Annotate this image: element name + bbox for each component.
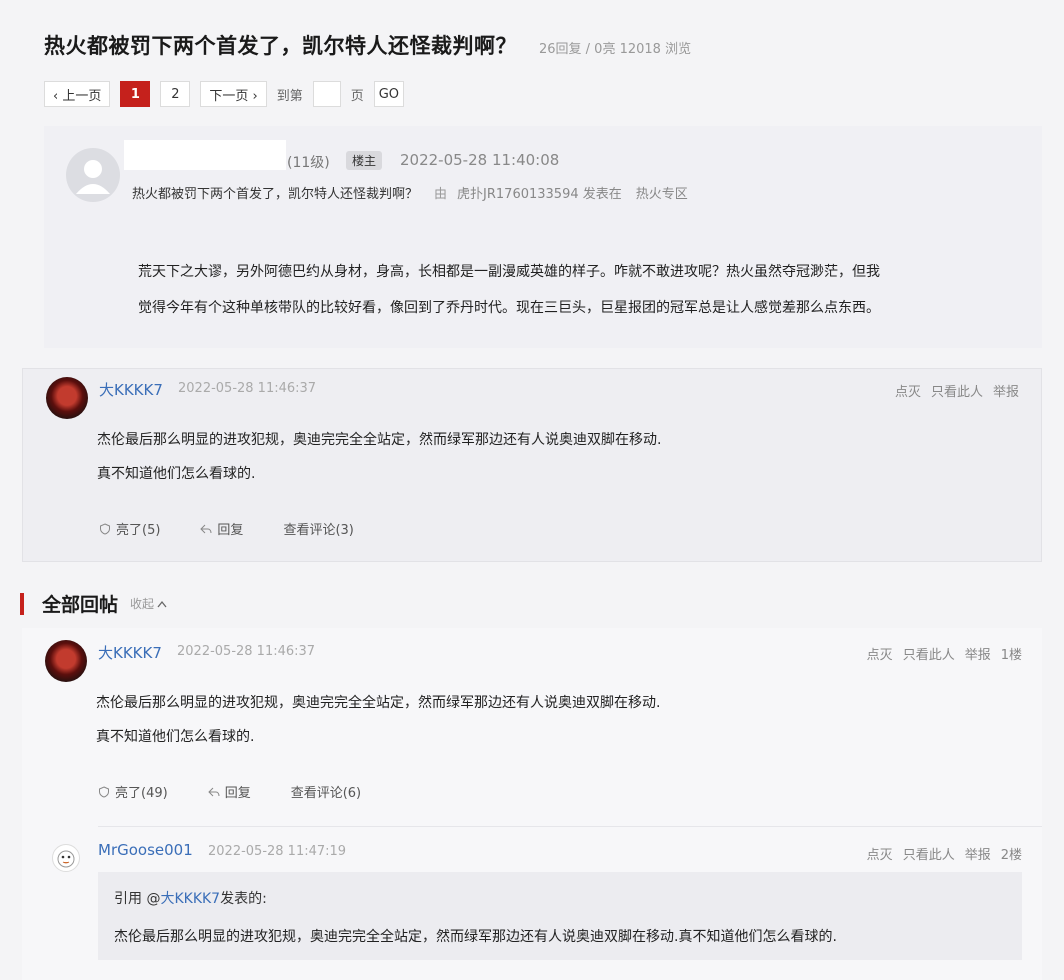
default-avatar-icon (76, 160, 110, 194)
section-title: 全部回帖 (42, 594, 119, 616)
post-timestamp: 2022-05-28 11:46:37 (177, 644, 316, 659)
quote-block: 引用 @大KKKK7发表的: 杰伦最后那么明显的进攻犯规，奥迪完完全全站定，然而… (98, 872, 1022, 960)
light-count: 亮了(49) (115, 786, 168, 801)
goto-label: 到第 (276, 88, 303, 104)
light-button[interactable]: 亮了(49) (98, 782, 168, 801)
post-actions: 点灭 只看此人 举报 1楼 (867, 644, 1022, 663)
reply-arrow-icon (207, 787, 220, 796)
op-subtitle-row: 热火都被罚下两个首发了，凯尔特人还怪裁判啊？ 由 虎扑JR1760133594 … (132, 183, 688, 202)
reply-actions: 点灭 只看此人 举报 (895, 381, 1019, 400)
user-avatar[interactable] (45, 640, 87, 682)
post-body: 杰伦最后那么明显的进攻犯规，奥迪完完全全站定，然而绿军那边还有人说奥迪双脚在移动… (96, 686, 660, 754)
light-count: 亮了(5) (116, 523, 161, 538)
view-comments-button[interactable]: 查看评论(3) (283, 519, 353, 538)
original-post: (11级) 楼主 2022-05-28 11:40:08 热火都被罚下两个首发了… (44, 126, 1042, 348)
quote-header: 引用 @大KKKK7发表的: (114, 888, 267, 908)
view-comments-button[interactable]: 查看评论(6) (291, 782, 361, 801)
reply-line: 杰伦最后那么明显的进攻犯规，奥迪完完全全站定，然而绿军那边还有人说奥迪双脚在移动… (97, 432, 662, 448)
reply-label: 回复 (217, 523, 244, 538)
op-body-line: 荒天下之大谬，另外阿德巴约从身材，身高，长相都是一副漫威英雄的样子。咋就不敢进攻… (138, 264, 880, 280)
only-this-user-link[interactable]: 只看此人 (931, 381, 983, 400)
prev-page-button[interactable]: ‹ 上一页 (44, 81, 111, 107)
op-body-line: 觉得今年有个这种单核带队的比较好看，像回到了乔丹时代。现在三巨头，巨星报团的冠军… (138, 300, 880, 316)
page-2-button[interactable]: 2 (160, 81, 191, 107)
post-actions: 点灭 只看此人 举报 2楼 (867, 844, 1022, 863)
report-link[interactable]: 举报 (965, 844, 991, 863)
post-line: 真不知道他们怎么看球的. (96, 729, 255, 745)
goose-avatar-icon (57, 850, 75, 868)
collapse-button[interactable]: 收起 (130, 595, 167, 612)
floor-number: 1楼 (1000, 648, 1022, 663)
reply-arrow-icon (200, 524, 212, 533)
post-username[interactable]: MrGoose001 (98, 841, 193, 859)
report-link[interactable]: 举报 (993, 381, 1019, 400)
reply-username[interactable]: 大KKKK7 (99, 379, 163, 400)
op-username-redacted (124, 140, 286, 170)
go-button[interactable]: GO (373, 81, 405, 107)
shield-icon (99, 785, 109, 798)
dislike-link[interactable]: 点灭 (895, 381, 921, 400)
op-timestamp: 2022-05-28 11:40:08 (400, 151, 560, 169)
next-page-button[interactable]: 下一页 › (200, 81, 267, 107)
op-zone-link[interactable]: 热火专区 (636, 183, 688, 202)
collapse-label: 收起 (130, 597, 155, 611)
op-body: 荒天下之大谬，另外阿德巴约从身材，身高，长相都是一副漫威英雄的样子。咋就不敢进攻… (138, 254, 998, 326)
quote-text: 杰伦最后那么明显的进攻犯规，奥迪完完全全站定，然而绿军那边还有人说奥迪双脚在移动… (114, 929, 837, 945)
thread-header: 热火都被罚下两个首发了，凯尔特人还怪裁判啊？ 26回复 / 0亮 12018 浏… (44, 30, 691, 60)
thread-page: 热火都被罚下两个首发了，凯尔特人还怪裁判啊？ 26回复 / 0亮 12018 浏… (0, 0, 1064, 980)
quote-suffix: 发表的: (220, 891, 267, 907)
reply-line: 真不知道他们怎么看球的. (97, 466, 256, 482)
report-link[interactable]: 举报 (965, 644, 991, 663)
floor-number: 2楼 (1000, 848, 1022, 863)
light-button[interactable]: 亮了(5) (99, 519, 160, 538)
post-timestamp: 2022-05-28 11:47:19 (208, 844, 347, 859)
dislike-link[interactable]: 点灭 (867, 644, 893, 663)
all-replies-header: 全部回帖 收起 (20, 590, 167, 617)
post-username[interactable]: 大KKKK7 (98, 642, 162, 663)
goto-page-input[interactable] (312, 81, 341, 107)
quote-prefix: 引用 @ (114, 891, 161, 907)
page-1-button[interactable]: 1 (120, 81, 151, 107)
post-line: 杰伦最后那么明显的进攻犯规，奥迪完完全全站定，然而绿军那边还有人说奥迪双脚在移动… (96, 695, 661, 711)
only-this-user-link[interactable]: 只看此人 (903, 844, 955, 863)
op-level: (11级) (287, 155, 330, 171)
reply-body: 杰伦最后那么明显的进攻犯规，奥迪完完全全站定，然而绿军那边还有人说奥迪双脚在移动… (97, 423, 661, 491)
reply-label: 回复 (224, 786, 251, 801)
pagination: ‹ 上一页 1 2 下一页 › 到第 页 GO (44, 81, 405, 107)
reply-reactions: 亮了(5) 回复 查看评论(3) (99, 519, 354, 538)
reply-button[interactable]: 回复 (200, 519, 243, 538)
thread-title: 热火都被罚下两个首发了，凯尔特人还怪裁判啊？ (44, 34, 517, 58)
post-divider (98, 826, 1042, 827)
op-author[interactable]: 虎扑JR1760133594 发表在 (457, 183, 622, 202)
reply-timestamp: 2022-05-28 11:46:37 (178, 381, 317, 396)
only-this-user-link[interactable]: 只看此人 (903, 644, 955, 663)
highlight-reply: 大KKKK7 2022-05-28 11:46:37 点灭 只看此人 举报 杰伦… (22, 368, 1042, 562)
op-from-label: 由 (434, 187, 448, 202)
user-avatar[interactable] (52, 844, 80, 872)
user-avatar[interactable] (46, 377, 88, 419)
page-unit-label: 页 (350, 88, 364, 104)
shield-icon (100, 522, 110, 535)
section-accent-bar (20, 592, 24, 615)
post-reactions: 亮了(49) 回复 查看评论(6) (98, 782, 361, 801)
reply-button[interactable]: 回复 (207, 782, 251, 801)
op-badge: 楼主 (346, 151, 383, 170)
thread-stats: 26回复 / 0亮 12018 浏览 (539, 42, 692, 57)
op-avatar[interactable] (66, 148, 120, 202)
dislike-link[interactable]: 点灭 (867, 844, 893, 863)
chevron-up-icon (157, 600, 167, 607)
op-subtitle: 热火都被罚下两个首发了，凯尔特人还怪裁判啊？ (132, 187, 419, 202)
quoted-user-link[interactable]: 大KKKK7 (160, 891, 220, 907)
